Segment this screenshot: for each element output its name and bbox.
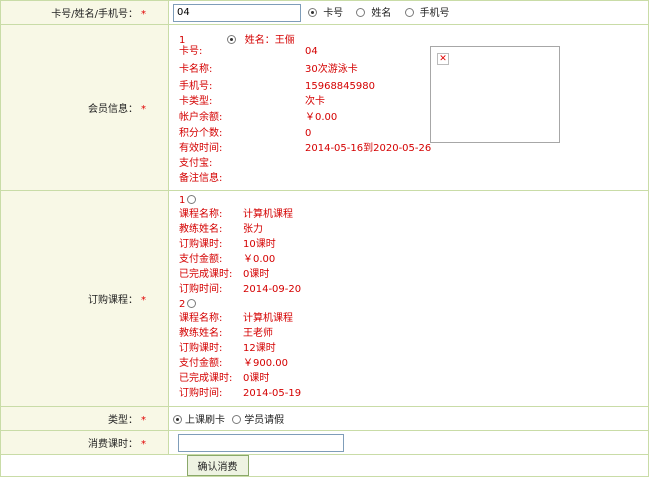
required-mark: *	[141, 439, 146, 450]
course-field-value: 计算机课程	[243, 209, 293, 220]
type-cell: 上课刷卡 学员请假	[168, 406, 649, 431]
required-mark: *	[141, 104, 146, 115]
course-field-label: 订购课时:	[179, 239, 223, 250]
course-field-label: 教练姓名:	[179, 224, 223, 235]
course-select-radio[interactable]	[187, 195, 197, 204]
member-field-label: 卡类型:	[179, 96, 213, 107]
member-field-value: 15968845980	[305, 81, 375, 92]
radio-class-checkin[interactable]	[173, 415, 182, 424]
search-label: 卡号/姓名/手机号：	[51, 9, 138, 20]
hours-cell	[168, 430, 649, 455]
course-field-label: 教练姓名:	[179, 328, 223, 339]
course-list: 1 课程名称: 计算机课程 教练姓名: 张力 订购课时: 10课时 支付金额: …	[173, 191, 648, 406]
course-field-label: 课程名称:	[179, 209, 223, 220]
submit-spacer-cell	[0, 454, 169, 477]
radio-card-number-label: 卡号	[323, 7, 344, 19]
course-item-head: 2	[179, 298, 197, 312]
course-field-value: ￥900.00	[243, 358, 288, 369]
course-field-label: 支付金额:	[179, 254, 223, 265]
radio-phone[interactable]	[404, 7, 414, 17]
required-mark: *	[141, 415, 146, 426]
member-field-label: 支付宝:	[179, 158, 213, 169]
radio-name[interactable]	[356, 7, 366, 17]
course-index: 2	[179, 299, 186, 310]
member-field-value: 0	[305, 128, 312, 139]
search-label-cell: 卡号/姓名/手机号： *	[0, 0, 169, 25]
courses-label-cell: 订购课程： *	[0, 190, 169, 407]
course-field-label: 已完成课时:	[179, 269, 233, 280]
member-select-radio[interactable]	[226, 35, 236, 44]
course-field-label: 支付金额:	[179, 358, 223, 369]
course-select-radio[interactable]	[187, 299, 197, 308]
course-field-value: ￥0.00	[243, 254, 276, 265]
search-input[interactable]	[173, 3, 301, 22]
radio-phone-label: 手机号	[419, 7, 450, 19]
course-field-value: 0课时	[243, 269, 270, 280]
course-field-label: 已完成课时:	[179, 373, 233, 384]
radio-card-number[interactable]	[308, 7, 318, 17]
course-field-value: 2014-05-19	[243, 388, 302, 399]
type-label-cell: 类型： *	[0, 406, 169, 431]
member-head: 1 姓名：王俪	[179, 31, 295, 46]
member-field-value: ￥0.00	[305, 112, 338, 123]
member-name: 姓名：王俪	[244, 35, 295, 46]
confirm-consume-button[interactable]: 确认消费	[186, 455, 249, 476]
member-label-cell: 会员信息： *	[0, 24, 169, 191]
course-field-value: 2014-09-20	[243, 284, 302, 295]
consume-form: 卡号/姓名/手机号：* 卡号 姓名 手机号 会员信息：* 1 姓名：王俪 卡号:…	[0, 0, 649, 477]
courses-label: 订购课程：	[88, 295, 138, 306]
course-index: 1	[179, 195, 186, 206]
radio-student-leave[interactable]	[232, 415, 242, 424]
submit-cell: 确认消费	[168, 454, 649, 477]
member-photo: ✕	[430, 46, 560, 143]
course-field-value: 计算机课程	[243, 313, 293, 324]
search-cell: 卡号 姓名 手机号	[168, 0, 649, 25]
radio-name-label: 姓名	[371, 7, 392, 19]
member-field-label: 手机号:	[179, 81, 213, 92]
course-field-label: 订购时间:	[179, 284, 223, 295]
type-label: 类型：	[108, 415, 138, 426]
member-field-value: 30次游泳卡	[305, 64, 358, 75]
courses-cell: 1 课程名称: 计算机课程 教练姓名: 张力 订购课时: 10课时 支付金额: …	[168, 190, 649, 407]
consume-hours-input[interactable]	[178, 433, 344, 452]
member-info-cell: 1 姓名：王俪 卡号: 04 卡名称: 30次游泳卡 手机号: 15968845…	[168, 24, 649, 191]
member-field-value: 2014-05-16到2020-05-26	[305, 143, 432, 154]
member-field-label: 卡名称:	[179, 64, 213, 75]
course-field-value: 王老师	[243, 328, 273, 339]
course-field-label: 订购时间:	[179, 388, 223, 399]
hours-label: 消费课时：	[88, 439, 138, 450]
course-item-head: 1	[179, 194, 197, 208]
member-field-label: 备注信息:	[179, 173, 223, 184]
member-info: 1 姓名：王俪 卡号: 04 卡名称: 30次游泳卡 手机号: 15968845…	[173, 25, 648, 190]
member-label: 会员信息：	[88, 104, 138, 115]
radio-class-checkin-label: 上课刷卡	[185, 415, 225, 426]
required-mark: *	[141, 9, 146, 20]
broken-image-icon: ✕	[437, 53, 449, 65]
course-field-value: 12课时	[243, 343, 276, 354]
member-field-label: 积分个数:	[179, 128, 223, 139]
course-field-value: 张力	[243, 224, 263, 235]
hours-label-cell: 消费课时： *	[0, 430, 169, 455]
required-mark: *	[141, 295, 146, 306]
course-field-value: 0课时	[243, 373, 270, 384]
radio-student-leave-label: 学员请假	[244, 415, 285, 426]
member-field-value: 次卡	[305, 96, 325, 107]
member-field-value: 04	[305, 46, 318, 57]
member-field-label: 帐户余额:	[179, 112, 223, 123]
course-field-value: 10课时	[243, 239, 276, 250]
course-field-label: 课程名称:	[179, 313, 223, 324]
member-field-label: 卡号:	[179, 46, 203, 57]
course-field-label: 订购课时:	[179, 343, 223, 354]
member-field-label: 有效时间:	[179, 143, 223, 154]
